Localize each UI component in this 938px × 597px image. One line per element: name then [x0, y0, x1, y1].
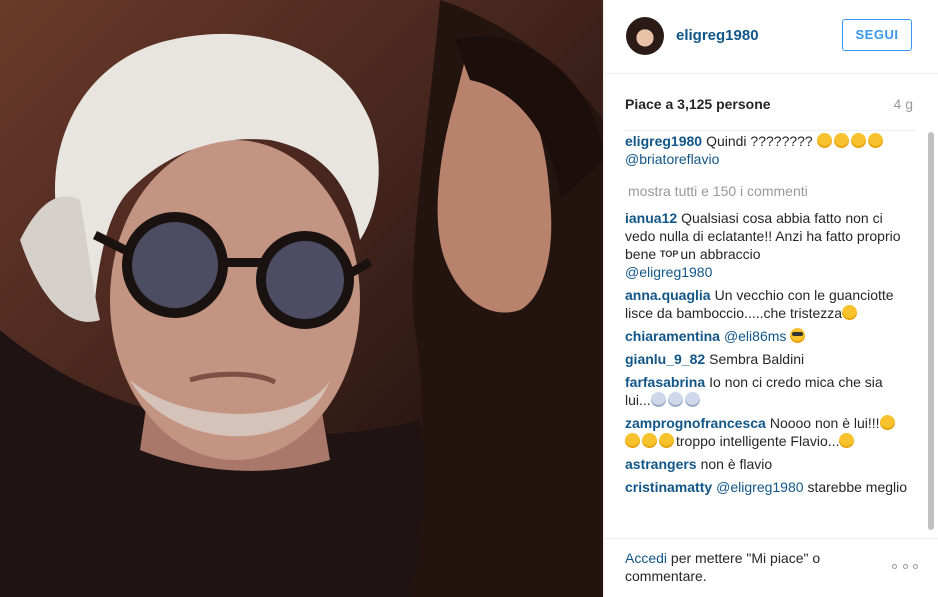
tears-of-joy-face-icon — [625, 433, 640, 448]
post-footer: Accedi per mettere "Mi piace" o commenta… — [604, 538, 938, 597]
comment-item: cristinamatty @eligreg1980 starebbe megli… — [625, 478, 909, 496]
comment-text: starebbe meglio — [807, 479, 908, 495]
comment-item: chiaramentina @eli86ms — [625, 327, 909, 345]
photo-illustration — [0, 0, 603, 597]
likes-count[interactable]: Piace a 3,125 persone — [625, 96, 771, 112]
follow-button[interactable]: SEGUI — [842, 19, 912, 51]
tears-of-joy-face-icon — [642, 433, 657, 448]
more-options-icon[interactable] — [892, 561, 918, 571]
comments-scrollbar[interactable] — [927, 132, 936, 530]
caption-text: Quindi ???????? — [706, 133, 813, 149]
comment-item: astrangers non è flavio — [625, 455, 909, 473]
caption-author[interactable]: eligreg1980 — [625, 133, 702, 149]
comment-item: anna.quaglia Un vecchio con le guanciotte… — [625, 286, 909, 322]
scrollbar-thumb[interactable] — [928, 132, 934, 530]
smirking-face-icon — [867, 133, 883, 148]
grinning-squint-face-icon — [816, 133, 832, 148]
show-all-comments-link[interactable]: mostra tutti e 150 i commenti — [628, 182, 909, 200]
tears-of-joy-face-icon — [850, 133, 866, 148]
comment-item: farfasabrina Io non ci credo mica che sia… — [625, 373, 909, 409]
instagram-post: eligreg1980 SEGUI Piace a 3,125 persone … — [0, 0, 938, 597]
kissing-face-icon — [839, 433, 855, 448]
tears-of-joy-face-icon — [659, 433, 674, 448]
comment-author[interactable]: cristinamatty — [625, 479, 712, 495]
comment-text-continued: un abbraccio — [680, 246, 761, 262]
comment-text: non è flavio — [700, 456, 773, 472]
dot — [913, 563, 918, 569]
comment-text-continued: troppo intelligente Flavio... — [676, 433, 840, 449]
comment-author[interactable]: gianlu_9_82 — [625, 351, 705, 367]
likes-row: Piace a 3,125 persone 4 g — [625, 96, 915, 131]
dot — [902, 563, 908, 569]
winking-tongue-face-icon — [833, 133, 849, 148]
post-header: eligreg1980 SEGUI — [604, 0, 938, 74]
login-prompt: Accedi per mettere "Mi piace" o commenta… — [625, 549, 865, 585]
comment-author[interactable]: farfasabrina — [625, 374, 705, 390]
disappointed-face-icon — [842, 305, 858, 320]
comment-author[interactable]: astrangers — [625, 456, 697, 472]
comment-text: Sembra Baldini — [709, 351, 805, 367]
comment-mention[interactable]: @eligreg1980 — [716, 479, 803, 495]
comment-item: gianlu_9_82 Sembra Baldini — [625, 350, 909, 368]
screaming-face-icon — [667, 392, 683, 407]
post-age[interactable]: 4 g — [894, 96, 913, 112]
login-link[interactable]: Accedi — [625, 550, 667, 566]
comment-author[interactable]: chiaramentina — [625, 328, 720, 344]
dot — [892, 563, 897, 569]
avatar[interactable] — [626, 17, 664, 55]
tears-of-joy-face-icon — [879, 415, 895, 430]
screaming-face-icon — [650, 392, 666, 407]
caption-mention[interactable]: @briatoreflavio — [625, 151, 719, 167]
comments-list[interactable]: eligreg1980 Quindi ???????? @briatoreflav… — [625, 132, 909, 530]
comment-item: ianua12 Qualsiasi cosa abbia fatto non ci… — [625, 209, 909, 281]
username-link[interactable]: eligreg1980 — [676, 27, 759, 44]
comment-mention[interactable]: @eligreg1980 — [625, 264, 712, 280]
screaming-face-icon — [684, 392, 700, 407]
comment-author[interactable]: zamprognofrancesca — [625, 415, 766, 431]
caption: eligreg1980 Quindi ???????? @briatoreflav… — [625, 132, 909, 168]
comment-author[interactable]: ianua12 — [625, 210, 677, 226]
comment-text: Noooo non è lui!!! — [769, 415, 880, 431]
comment-author[interactable]: anna.quaglia — [625, 287, 711, 303]
comment-item: zamprognofrancesca Noooo non è lui!!! trop… — [625, 414, 909, 450]
post-photo[interactable] — [0, 0, 603, 597]
sunglasses-face-icon — [790, 328, 806, 343]
comment-mention[interactable]: @eli86ms — [724, 328, 786, 344]
top-arrow-icon: TOP — [660, 249, 679, 259]
post-details-panel: eligreg1980 SEGUI Piace a 3,125 persone … — [603, 0, 938, 597]
